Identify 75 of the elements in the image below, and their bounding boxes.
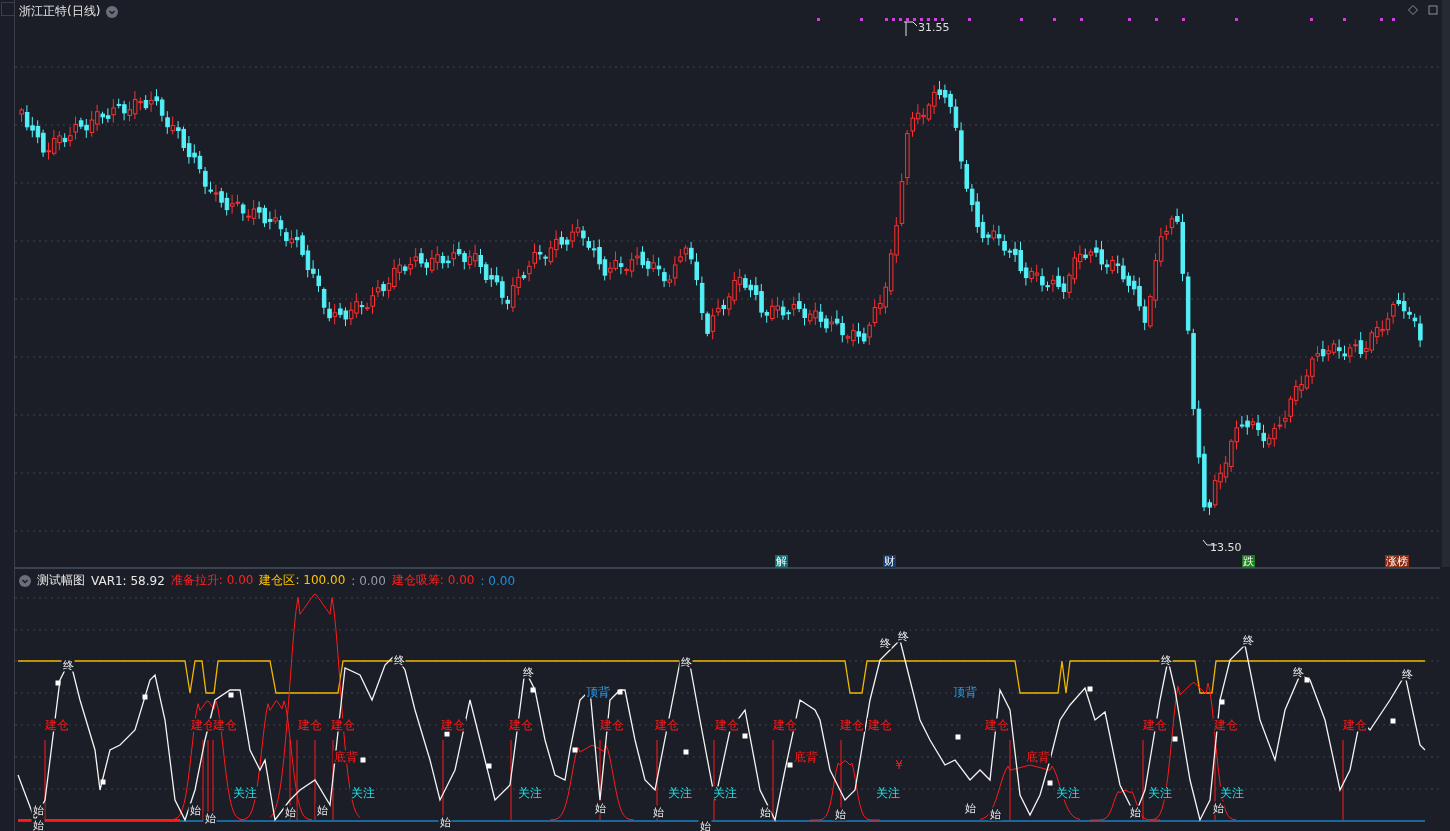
build-signal-label: 建仓 xyxy=(839,718,865,732)
start-mark: 始 xyxy=(963,801,977,815)
build-signal-label: 建仓 xyxy=(297,718,323,732)
end-mark: 终 xyxy=(896,629,910,643)
start-mark: 始 xyxy=(988,807,1002,821)
event-tag[interactable]: 财 xyxy=(883,555,896,568)
build-signal-label: 建仓 xyxy=(599,718,625,732)
watch-signal-label: 关注 xyxy=(232,786,258,800)
start-mark: 始 xyxy=(698,819,712,831)
watch-signal-label: 关注 xyxy=(1219,786,1245,800)
event-tag[interactable]: 解 xyxy=(775,555,788,568)
start-mark: 始 xyxy=(188,803,202,817)
start-mark: 始 xyxy=(283,805,297,819)
chart-title: 浙江正特(日线) xyxy=(19,3,101,20)
start-mark: 始 xyxy=(1128,805,1142,819)
bottom-divergence-label: 底背 xyxy=(793,750,819,764)
indicator-value: 建仓吸筹: 0.00 xyxy=(391,572,475,589)
build-signal-label: 建仓 xyxy=(440,718,466,732)
square-icon[interactable] xyxy=(1428,5,1438,15)
bottom-divergence-label: 底背 xyxy=(333,750,359,764)
end-mark: 终 xyxy=(679,655,693,669)
top-divergence-label: 顶背 xyxy=(952,685,978,699)
event-tag[interactable]: 跌 xyxy=(1242,555,1255,568)
indicator-title: 测试幅图 xyxy=(37,572,85,589)
build-signal-label: 建仓 xyxy=(772,718,798,732)
watch-signal-label: 关注 xyxy=(517,786,543,800)
bottom-divergence-label: 底背 xyxy=(1025,750,1051,764)
start-mark: 始 xyxy=(315,803,329,817)
build-signal-label: 建仓 xyxy=(984,718,1010,732)
build-signal-label: 建仓 xyxy=(508,718,534,732)
build-signal-label: 建仓 xyxy=(867,718,893,732)
build-signal-label: 建仓 xyxy=(714,718,740,732)
start-mark: 始 xyxy=(833,807,847,821)
low-price-label: 13.50 xyxy=(1210,541,1242,554)
end-mark: 终 xyxy=(878,636,892,650)
end-mark: 终 xyxy=(521,665,535,679)
build-signal-label: 建仓 xyxy=(1142,718,1168,732)
build-signal-label: 建仓 xyxy=(44,718,70,732)
end-mark: 终 xyxy=(1241,633,1255,647)
end-mark: 终 xyxy=(1159,653,1173,667)
dropdown-icon[interactable] xyxy=(106,5,119,18)
top-divergence-label: 顶背 xyxy=(585,685,611,699)
diamond-icon[interactable] xyxy=(1408,5,1418,15)
start-mark: 始 xyxy=(438,815,452,829)
watch-signal-label: 关注 xyxy=(1147,786,1173,800)
indicator-value: VAR1: 58.92 xyxy=(91,573,165,588)
end-mark: 终 xyxy=(392,653,406,667)
start-mark: 始 xyxy=(203,811,217,825)
watch-signal-label: 关注 xyxy=(712,786,738,800)
watch-signal-label: 关注 xyxy=(350,786,376,800)
build-signal-label: 建仓 xyxy=(654,718,680,732)
start-mark: 始 xyxy=(651,805,665,819)
yuan-mark: ¥ xyxy=(894,758,904,772)
watch-signal-label: 关注 xyxy=(875,786,901,800)
indicator-value: 准备拉升: 0.00 xyxy=(170,572,254,589)
high-price-label: 31.55 xyxy=(918,21,950,34)
watch-signal-label: 关注 xyxy=(667,786,693,800)
build-signal-label: 建仓 xyxy=(1213,718,1239,732)
end-mark: 终 xyxy=(61,658,75,672)
collapse-icon[interactable] xyxy=(19,574,31,587)
end-mark: 终 xyxy=(1291,665,1305,679)
build-signal-label: 建仓 xyxy=(1342,718,1368,732)
indicator-value: 建仓区: 100.00 xyxy=(259,572,346,589)
start-mark: 始 xyxy=(31,803,45,817)
pointer-arrow-icon xyxy=(903,21,918,37)
indicator-value: : 0.00 xyxy=(480,573,515,588)
build-signal-label: 建仓 xyxy=(330,718,356,732)
watch-signal-label: 关注 xyxy=(1055,786,1081,800)
indicator-value: : 0.00 xyxy=(351,573,386,588)
start-mark: 始 xyxy=(1211,801,1225,815)
start-mark: 始 xyxy=(758,805,772,819)
start-mark: 始 xyxy=(593,801,607,815)
end-mark: 终 xyxy=(1400,667,1414,681)
start-mark: 始 xyxy=(31,818,45,831)
event-tag[interactable]: 涨榜 xyxy=(1385,555,1409,568)
